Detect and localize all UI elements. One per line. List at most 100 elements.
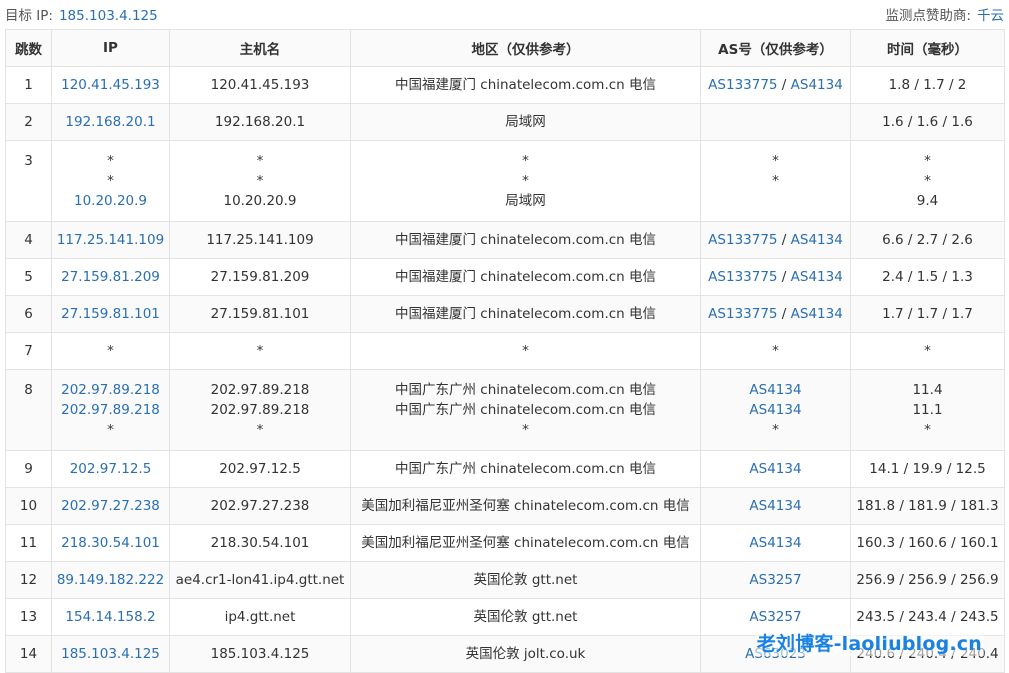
as-link[interactable]: AS4134 xyxy=(749,402,801,418)
hostname-text: 202.97.27.238 xyxy=(210,498,310,514)
hop-time-cell: 1.8 / 1.7 / 2 xyxy=(850,66,1005,104)
table-header-row: 跳数 IP 主机名 地区（仅供参考） AS号（仅供参考） 时间（毫秒） xyxy=(5,29,1005,67)
hop-as-cell: AS4134 xyxy=(700,487,851,525)
sponsor-label: 监测点赞助商: xyxy=(885,8,971,24)
hop-time-cell: 1.7 / 1.7 / 1.7 xyxy=(850,295,1005,333)
ip-link[interactable]: 27.159.81.101 xyxy=(56,304,165,324)
traceroute-table: 跳数 IP 主机名 地区（仅供参考） AS号（仅供参考） 时间（毫秒） 1 120… xyxy=(5,29,1005,673)
region-text: 英国伦敦 gtt.net xyxy=(473,572,578,588)
no-response-marker: * xyxy=(772,173,779,189)
time-text: 11.4 xyxy=(912,382,943,398)
time-text: 6.6 / 2.7 / 2.6 xyxy=(882,232,973,248)
no-response-marker: * xyxy=(107,422,114,438)
hostname-text: ae4.cr1-lon41.ip4.gtt.net xyxy=(175,572,345,588)
no-response-marker: * xyxy=(772,153,779,169)
hop-hostname-cell: 185.103.4.125 xyxy=(169,635,351,673)
as-link[interactable]: AS4134 xyxy=(791,77,843,93)
hop-number: 14 xyxy=(5,635,52,673)
ip-link[interactable]: 202.97.89.218 xyxy=(56,380,165,400)
as-line: * xyxy=(705,171,846,191)
ip-link[interactable]: 154.14.158.2 xyxy=(56,607,165,627)
hop-ip-cell: * * 10.20.20.9 xyxy=(51,140,170,222)
hop-hostname-cell: 192.168.20.1 xyxy=(169,103,351,141)
watermark: 老刘博客-laoliublog.cn xyxy=(754,629,984,656)
column-header-as: AS号（仅供参考） xyxy=(700,29,851,67)
ip-link[interactable]: 120.41.45.193 xyxy=(56,75,165,95)
as-line: AS133775 / AS4134 xyxy=(705,230,846,250)
region-text: * xyxy=(522,173,529,189)
ip-link[interactable]: 202.97.89.218 xyxy=(56,400,165,420)
hop-as-cell: AS4134 xyxy=(700,450,851,488)
as-link[interactable]: AS4134 xyxy=(749,535,801,551)
hop-as-cell: AS133775 / AS4134 xyxy=(700,295,851,333)
hostname-text: 27.159.81.101 xyxy=(210,306,310,322)
table-body: 1 120.41.45.193 120.41.45.193 中国福建厦门 chinat… xyxy=(5,66,1005,673)
ip-link[interactable]: 202.97.27.238 xyxy=(56,496,165,516)
as-link[interactable]: AS4134 xyxy=(749,461,801,477)
hostname-text: * xyxy=(256,153,264,169)
ip-link[interactable]: 27.159.81.209 xyxy=(56,267,165,287)
hop-ip-cell: * xyxy=(51,332,170,370)
as-link[interactable]: AS4134 xyxy=(749,498,801,514)
as-link[interactable]: AS133775 xyxy=(708,269,777,285)
hop-hostname-cell: 120.41.45.193 xyxy=(169,66,351,104)
as-link[interactable]: AS3257 xyxy=(749,572,801,588)
region-text: 英国伦敦 gtt.net xyxy=(473,609,578,625)
ip-link[interactable]: 202.97.12.5 xyxy=(56,459,165,479)
hop-hostname-cell: * xyxy=(169,332,351,370)
target-ip-value[interactable]: 185.103.4.125 xyxy=(59,8,158,24)
region-text: 英国伦敦 jolt.co.uk xyxy=(465,646,586,662)
hop-hostname-cell: 27.159.81.101 xyxy=(169,295,351,333)
as-line: AS133775 / AS4134 xyxy=(705,304,846,324)
hostname-text: 27.159.81.209 xyxy=(210,269,310,285)
as-link[interactable]: AS4134 xyxy=(791,269,843,285)
hop-region-cell: 英国伦敦 jolt.co.uk xyxy=(350,635,701,673)
hop-number: 4 xyxy=(5,221,52,259)
hop-hostname-cell: ip4.gtt.net xyxy=(169,598,351,636)
hop-region-cell: 英国伦敦 gtt.net xyxy=(350,561,701,599)
as-link[interactable]: AS4134 xyxy=(791,232,843,248)
as-link[interactable]: AS133775 xyxy=(708,77,777,93)
hop-time-cell: 2.4 / 1.5 / 1.3 xyxy=(850,258,1005,296)
ip-link[interactable]: 192.168.20.1 xyxy=(56,112,165,132)
hop-time-cell: 256.9 / 256.9 / 256.9 xyxy=(850,561,1005,599)
time-text: 9.4 xyxy=(916,193,939,209)
hop-time-cell: * * 9.4 xyxy=(850,140,1005,222)
table-row: 4 117.25.141.109 117.25.141.109 中国福建厦门 chin… xyxy=(5,221,1005,259)
hop-time-cell: 160.3 / 160.6 / 160.1 xyxy=(850,524,1005,562)
hop-hostname-cell: 117.25.141.109 xyxy=(169,221,351,259)
as-line: * xyxy=(705,151,846,171)
hop-time-cell: 11.4 11.1 * xyxy=(850,369,1005,451)
hop-region-cell: 中国广东广州 chinatelecom.com.cn 电信 中国广东广州 chin… xyxy=(350,369,701,451)
region-text: 中国广东广州 chinatelecom.com.cn 电信 xyxy=(394,461,657,477)
as-link[interactable]: AS4134 xyxy=(791,306,843,322)
hop-ip-cell: 192.168.20.1 xyxy=(51,103,170,141)
ip-link[interactable]: 185.103.4.125 xyxy=(56,644,165,664)
as-link[interactable]: AS133775 xyxy=(708,306,777,322)
as-link[interactable]: AS4134 xyxy=(749,382,801,398)
target-ip-label: 目标 IP: xyxy=(5,8,53,24)
region-text: 中国福建厦门 chinatelecom.com.cn 电信 xyxy=(394,269,657,285)
region-text: * xyxy=(522,153,529,169)
as-link[interactable]: AS3257 xyxy=(749,609,801,625)
time-text: 160.3 / 160.6 / 160.1 xyxy=(856,535,999,551)
time-text: 2.4 / 1.5 / 1.3 xyxy=(882,269,973,285)
as-link[interactable]: AS133775 xyxy=(708,232,777,248)
hop-time-cell: * xyxy=(850,332,1005,370)
top-bar: 目标 IP: 185.103.4.125 监测点赞助商: 千云 xyxy=(0,0,1009,28)
ip-link[interactable]: 117.25.141.109 xyxy=(56,230,165,250)
time-text: * xyxy=(924,343,931,359)
sponsor-link[interactable]: 千云 xyxy=(977,8,1004,24)
ip-link[interactable]: 89.149.182.222 xyxy=(56,570,165,590)
hop-hostname-cell: 202.97.12.5 xyxy=(169,450,351,488)
as-line: AS3257 xyxy=(705,607,846,627)
table-row: 6 27.159.81.101 27.159.81.101 中国福建厦门 chinat… xyxy=(5,295,1005,333)
ip-link[interactable]: 218.30.54.101 xyxy=(56,533,165,553)
ip-link[interactable]: 10.20.20.9 xyxy=(56,191,165,211)
hop-number: 12 xyxy=(5,561,52,599)
region-text: 美国加利福尼亚州圣何塞 chinatelecom.com.cn 电信 xyxy=(361,498,690,514)
hostname-text: * xyxy=(256,173,264,189)
hop-region-cell: 英国伦敦 gtt.net xyxy=(350,598,701,636)
hostname-text: 218.30.54.101 xyxy=(210,535,310,551)
no-response-marker: * xyxy=(772,343,779,359)
